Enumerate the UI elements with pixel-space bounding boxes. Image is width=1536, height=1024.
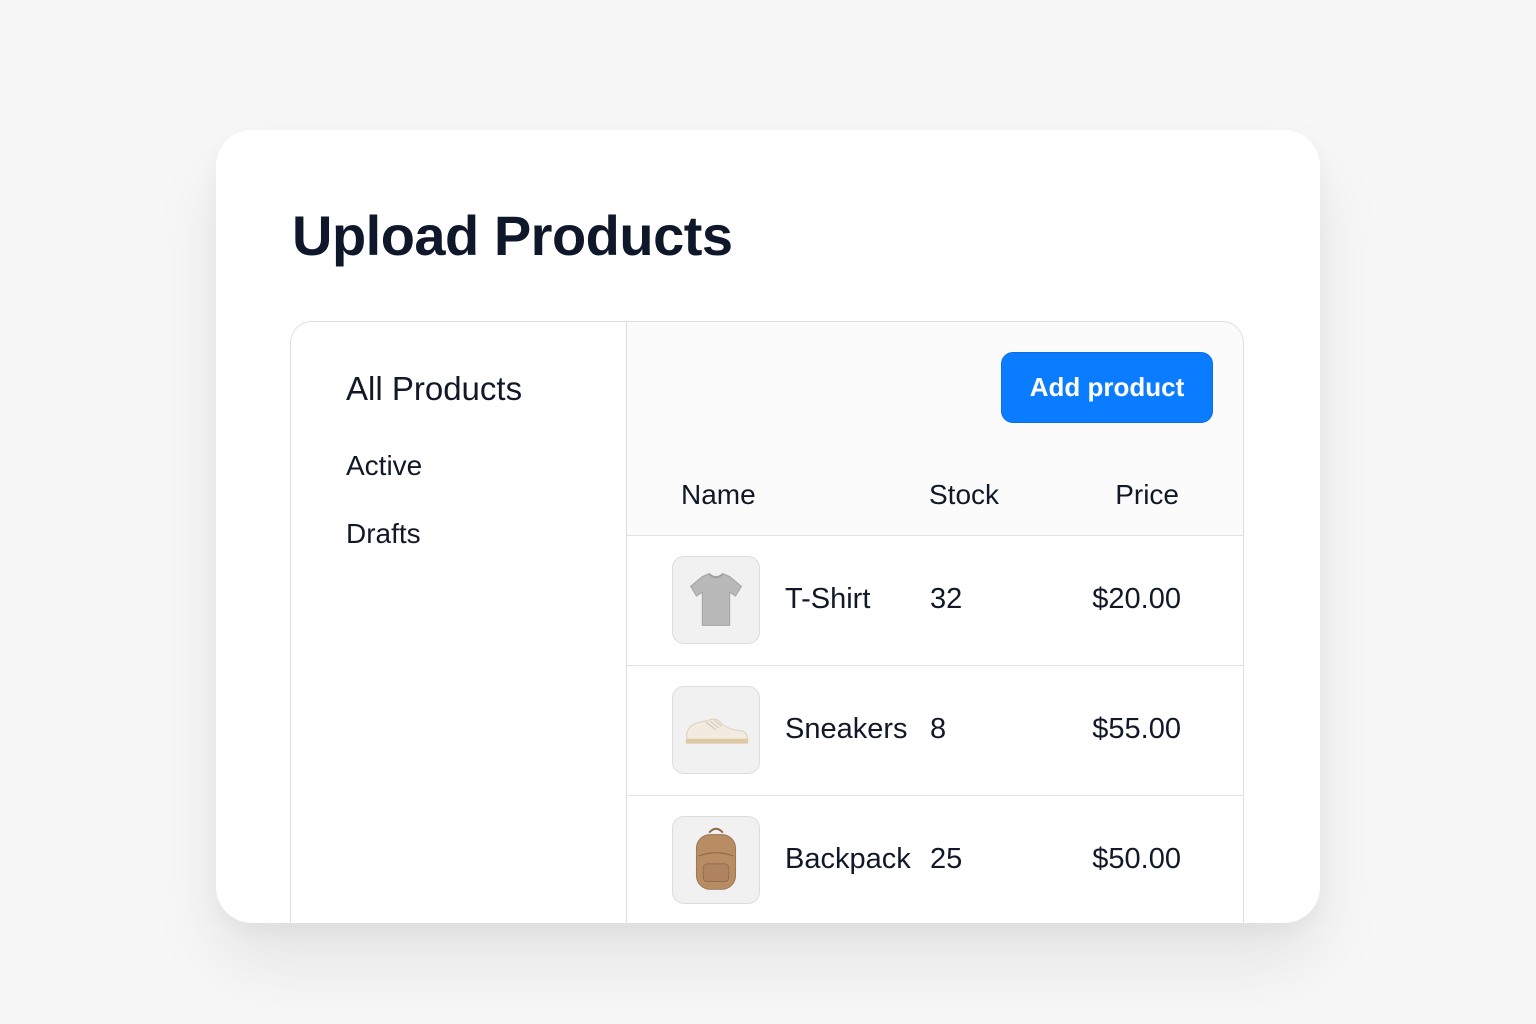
product-thumbnail — [672, 816, 760, 904]
table-row[interactable]: Sneakers 8 $55.00 — [627, 666, 1243, 796]
product-name: T-Shirt — [785, 583, 871, 615]
add-product-button[interactable]: Add product — [1001, 352, 1213, 423]
column-header-stock[interactable]: Stock — [929, 479, 999, 511]
product-thumbnail — [672, 686, 760, 774]
sneaker-icon — [685, 718, 749, 744]
sidebar-item-active[interactable]: Active — [346, 450, 422, 482]
products-panel: All Products Active Drafts Add product N… — [290, 321, 1244, 923]
table-header: Name Stock Price — [627, 453, 1243, 536]
product-price: $50.00 — [1092, 843, 1181, 875]
sidebar: All Products Active Drafts — [291, 322, 627, 923]
upload-products-card: Upload Products All Products Active Draf… — [216, 130, 1320, 923]
sidebar-item-all-products[interactable]: All Products — [346, 370, 522, 408]
page-title: Upload Products — [292, 204, 733, 267]
tshirt-icon — [689, 573, 743, 626]
product-price: $20.00 — [1092, 583, 1181, 615]
table-row[interactable]: Backpack 25 $50.00 — [627, 796, 1243, 923]
product-thumbnail — [672, 556, 760, 644]
sidebar-item-drafts[interactable]: Drafts — [346, 518, 421, 550]
product-name: Sneakers — [785, 713, 908, 745]
toolbar: Add product — [627, 322, 1243, 454]
product-name: Backpack — [785, 843, 911, 875]
column-header-name[interactable]: Name — [681, 479, 756, 511]
column-header-price[interactable]: Price — [1115, 479, 1179, 511]
backpack-icon — [695, 827, 737, 890]
product-stock: 8 — [930, 713, 947, 745]
products-main: Add product Name Stock Price T-Shirt 32 … — [627, 322, 1243, 923]
product-stock: 25 — [930, 843, 963, 875]
product-stock: 32 — [930, 583, 963, 615]
table-row[interactable]: T-Shirt 32 $20.00 — [627, 536, 1243, 666]
product-price: $55.00 — [1092, 713, 1181, 745]
